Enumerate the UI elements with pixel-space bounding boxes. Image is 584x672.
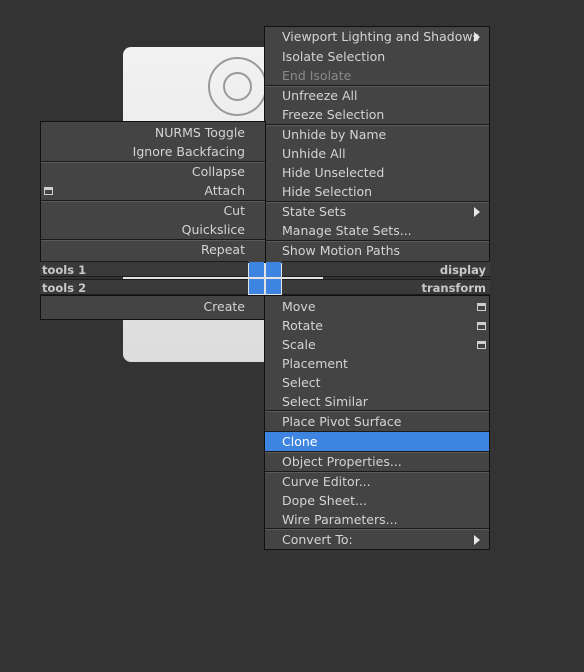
menu-item-rotate[interactable]: Rotate [282, 316, 488, 335]
menu-item-clone[interactable]: Clone [265, 432, 489, 451]
menu-item-freeze-selection[interactable]: Freeze Selection [282, 105, 488, 124]
menu-item-hide-selection[interactable]: Hide Selection [282, 182, 488, 201]
quad-center-bottom-right[interactable] [266, 279, 281, 294]
menu-item-show-motion-paths[interactable]: Show Motion Paths [282, 241, 488, 260]
menu-item-hide-unselected[interactable]: Hide Unselected [282, 163, 488, 182]
menu-item-create[interactable]: Create [203, 297, 245, 316]
viewport-object-ring-inner [223, 72, 252, 101]
menu-item-viewport-lighting[interactable]: Viewport Lighting and Shadows [282, 27, 488, 46]
quad-title-tools-2[interactable]: tools 2 [40, 279, 248, 295]
option-box-icon[interactable] [477, 303, 486, 311]
menu-item-manage-state-sets[interactable]: Manage State Sets... [282, 221, 488, 240]
option-box-icon[interactable] [477, 322, 486, 330]
menu-item-collapse[interactable]: Collapse [192, 162, 245, 181]
submenu-arrow-icon [474, 535, 480, 545]
option-box-icon[interactable] [44, 187, 53, 195]
option-box-icon[interactable] [477, 341, 486, 349]
menu-item-dope-sheet[interactable]: Dope Sheet... [282, 491, 488, 510]
menu-item-move[interactable]: Move [282, 297, 488, 316]
menu-item-placement[interactable]: Placement [282, 354, 488, 373]
menu-item-curve-editor[interactable]: Curve Editor... [282, 472, 488, 491]
menu-item-repeat[interactable]: Repeat [201, 240, 245, 259]
menu-item-unhide-all[interactable]: Unhide All [282, 144, 488, 163]
menu-item-place-pivot-surface[interactable]: Place Pivot Surface [282, 412, 488, 431]
menu-item-convert-to[interactable]: Convert To: [282, 530, 488, 549]
menu-item-state-sets[interactable]: State Sets [282, 202, 488, 221]
submenu-arrow-icon [474, 32, 480, 42]
menu-item-select[interactable]: Select [282, 373, 488, 392]
menu-item-select-similar[interactable]: Select Similar [282, 392, 488, 411]
menu-item-end-isolate: End Isolate [282, 68, 352, 83]
quad-title-display[interactable]: display [282, 261, 490, 277]
quad-center-bottom-left[interactable] [249, 279, 264, 294]
menu-item-ignore-backfacing[interactable]: Ignore Backfacing [133, 142, 245, 161]
menu-item-scale[interactable]: Scale [282, 335, 488, 354]
menu-item-isolate-selection[interactable]: Isolate Selection [282, 47, 488, 66]
quad-center-top-left[interactable] [249, 262, 264, 277]
menu-item-quickslice[interactable]: Quickslice [182, 220, 245, 239]
menu-item-unfreeze-all[interactable]: Unfreeze All [282, 86, 488, 105]
menu-item-unhide-by-name[interactable]: Unhide by Name [282, 125, 488, 144]
quad-title-tools-1[interactable]: tools 1 [40, 261, 248, 277]
menu-item-cut[interactable]: Cut [223, 201, 245, 220]
menu-item-wire-parameters[interactable]: Wire Parameters... [282, 510, 488, 529]
menu-item-object-properties[interactable]: Object Properties... [282, 452, 488, 471]
menu-item-nurms-toggle[interactable]: NURMS Toggle [155, 123, 245, 142]
submenu-arrow-icon [474, 207, 480, 217]
quad-title-transform[interactable]: transform [282, 279, 490, 295]
quad-center-top-right[interactable] [266, 262, 281, 277]
menu-item-attach[interactable]: Attach [204, 181, 245, 200]
